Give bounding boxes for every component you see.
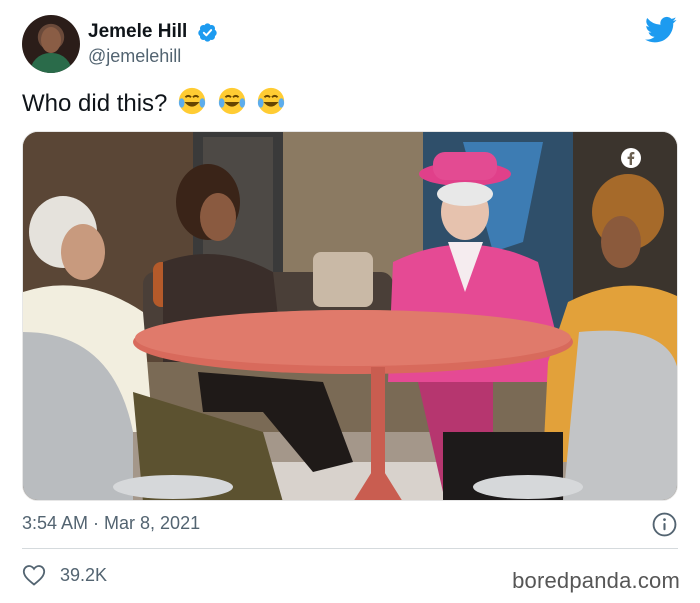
tweet-text: Who did this? <box>22 86 286 118</box>
divider <box>22 548 678 549</box>
laughing-crying-emoji-icon <box>178 87 206 115</box>
tweet-card: Jemele Hill @jemelehill Who did this? 3:… <box>0 0 700 603</box>
laughing-crying-emoji-icon <box>218 87 245 115</box>
avatar[interactable] <box>22 15 80 73</box>
talk-show-scene <box>23 132 677 500</box>
boredpanda-watermark: boredpanda.com <box>512 568 680 593</box>
author-name[interactable]: Jemele Hill <box>88 21 187 43</box>
tweet-media-image[interactable] <box>22 131 678 501</box>
info-icon[interactable] <box>652 512 677 537</box>
laughing-crying-emoji-icon <box>258 87 285 115</box>
author-handle[interactable]: @jemelehill <box>88 46 181 67</box>
heart-icon <box>22 565 46 586</box>
like-button[interactable]: 39.2K <box>22 564 107 586</box>
facebook-icon <box>621 148 641 168</box>
tweet-text-content: Who did this? <box>22 90 168 117</box>
twitter-bird-icon[interactable] <box>645 16 677 44</box>
tweet-timestamp[interactable]: 3:54 AM · Mar 8, 2021 <box>22 513 200 534</box>
avatar-face <box>41 27 61 53</box>
like-count: 39.2K <box>60 564 108 585</box>
avatar-body <box>30 53 72 73</box>
verified-badge-icon <box>198 23 217 42</box>
